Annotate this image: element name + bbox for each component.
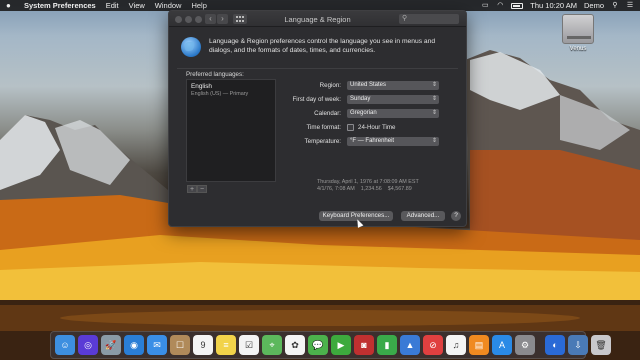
menu-clock[interactable]: Thu 10:20 AM [530, 1, 577, 10]
airplay-icon[interactable]: ▭ [481, 2, 489, 9]
trash-icon[interactable]: 🗑 [591, 335, 611, 355]
keynote-icon[interactable]: ▲ [400, 335, 420, 355]
time-format-row: Time format: 24-Hour Time [287, 122, 459, 132]
app-store-icon[interactable]: A [492, 335, 512, 355]
region-value: United States [350, 81, 387, 88]
calendar-value: Gregorian [350, 109, 377, 116]
list-item[interactable]: English English (US) — Primary [187, 80, 275, 101]
menu-app-name[interactable]: System Preferences [24, 1, 96, 10]
safari-icon[interactable]: ◉ [124, 335, 144, 355]
menu-help[interactable]: Help [191, 1, 206, 10]
downloads-icon[interactable]: ⇩ [568, 335, 588, 355]
calendar-icon[interactable]: 9 [193, 335, 213, 355]
dock: ☺ ◎ 🚀 ◉ ✉ ☐ 9 ≡ ☑ ⌖ ✿ 💬 ▶ ◙ ▮ ▲ ⊘ ♫ ▤ A ⚙ ◐ ⇩ 🗑 [50, 331, 611, 359]
launchpad-icon[interactable]: 🚀 [101, 335, 121, 355]
menu-user[interactable]: Demo [584, 1, 604, 10]
temperature-value: °F — Fahrenheit [350, 137, 395, 144]
first-day-popup[interactable]: Sunday ⇕ [347, 94, 439, 104]
system-preferences-icon[interactable]: ⚙ [515, 335, 535, 355]
news-icon[interactable]: ⊘ [423, 335, 443, 355]
language-list[interactable]: English English (US) — Primary [186, 79, 276, 182]
wifi-icon[interactable]: ◠ [496, 2, 504, 9]
checkbox-box[interactable] [347, 123, 354, 131]
music-icon[interactable]: ♫ [446, 335, 466, 355]
finder-icon[interactable]: ☺ [55, 335, 75, 355]
spotlight-icon[interactable]: ⚲ [611, 2, 619, 9]
menu-window[interactable]: Window [155, 1, 182, 10]
contacts-icon[interactable]: ☐ [170, 335, 190, 355]
list-buttons: + − [187, 185, 207, 193]
region-popup[interactable]: United States ⇕ [347, 80, 439, 90]
calendar-popup[interactable]: Gregorian ⇕ [347, 108, 439, 118]
photos-icon[interactable]: ✿ [285, 335, 305, 355]
notification-center-icon[interactable]: ☰ [626, 2, 634, 9]
sample-short: 4/1/76, 7:08 AM 1,234.56 $4,567.89 [317, 186, 412, 192]
menu-view[interactable]: View [129, 1, 145, 10]
notes-icon[interactable]: ≡ [216, 335, 236, 355]
region-row: Region: United States ⇕ [287, 80, 459, 90]
books-icon[interactable]: ▤ [469, 335, 489, 355]
popup-arrows-icon: ⇕ [431, 137, 437, 144]
battery-icon[interactable] [511, 2, 524, 9]
preferred-languages-label: Preferred languages: [186, 71, 244, 78]
search-field[interactable]: ⚲ [399, 14, 459, 24]
facetime-icon[interactable]: ▶ [331, 335, 351, 355]
drive-icon[interactable] [562, 14, 594, 44]
header-divider [177, 68, 458, 69]
region-label: Region: [319, 81, 341, 89]
first-day-value: Sunday [350, 95, 371, 102]
time-format-label: Time format: [306, 123, 342, 131]
drive-label[interactable]: Venus [554, 46, 602, 52]
apple-menu-icon[interactable]: ● [6, 1, 16, 10]
maps-icon[interactable]: ⌖ [262, 335, 282, 355]
first-day-row: First day of week: Sunday ⇕ [287, 94, 459, 104]
language-name: English [191, 83, 212, 90]
airdrop-icon[interactable]: ◐ [545, 335, 565, 355]
add-language-button[interactable]: + [187, 185, 197, 193]
mail-icon[interactable]: ✉ [147, 335, 167, 355]
language-region-window: ‹ › Language & Region ⚲ Language & Regio… [168, 10, 467, 227]
popup-arrows-icon: ⇕ [431, 95, 437, 102]
search-icon: ⚲ [402, 15, 408, 22]
calendar-row: Calendar: Gregorian ⇕ [287, 108, 459, 118]
reminders-icon[interactable]: ☑ [239, 335, 259, 355]
pane-header: Language & Region preferences control th… [177, 33, 460, 67]
pane-description: Language & Region preferences control th… [209, 38, 436, 54]
temperature-label: Temperature: [304, 137, 341, 145]
siri-icon[interactable]: ◎ [78, 335, 98, 355]
globe-flag-icon [181, 37, 201, 57]
window-titlebar[interactable]: ‹ › Language & Region ⚲ [169, 11, 466, 27]
help-button[interactable]: ? [451, 211, 461, 221]
first-day-label: First day of week: [292, 95, 342, 103]
advanced-button[interactable]: Advanced... [401, 211, 445, 221]
remove-language-button[interactable]: − [197, 185, 207, 193]
messages-icon[interactable]: 💬 [308, 335, 328, 355]
language-detail: English (US) — Primary [191, 91, 249, 97]
menu-edit[interactable]: Edit [106, 1, 119, 10]
photo-booth-icon[interactable]: ◙ [354, 335, 374, 355]
temperature-row: Temperature: °F — Fahrenheit ⇕ [287, 136, 459, 146]
24-hour-label: 24-Hour Time [358, 123, 396, 131]
sample-date: Thursday, April 1, 1976 at 7:08:09 AM ES… [317, 179, 419, 185]
format-samples: Thursday, April 1, 1976 at 7:08:09 AM ES… [317, 179, 419, 193]
24-hour-checkbox[interactable]: 24-Hour Time [347, 123, 396, 131]
calendar-label: Calendar: [314, 109, 341, 117]
popup-arrows-icon: ⇕ [431, 109, 437, 116]
numbers-icon[interactable]: ▮ [377, 335, 397, 355]
popup-arrows-icon: ⇕ [431, 81, 437, 88]
temperature-popup[interactable]: °F — Fahrenheit ⇕ [347, 136, 439, 146]
